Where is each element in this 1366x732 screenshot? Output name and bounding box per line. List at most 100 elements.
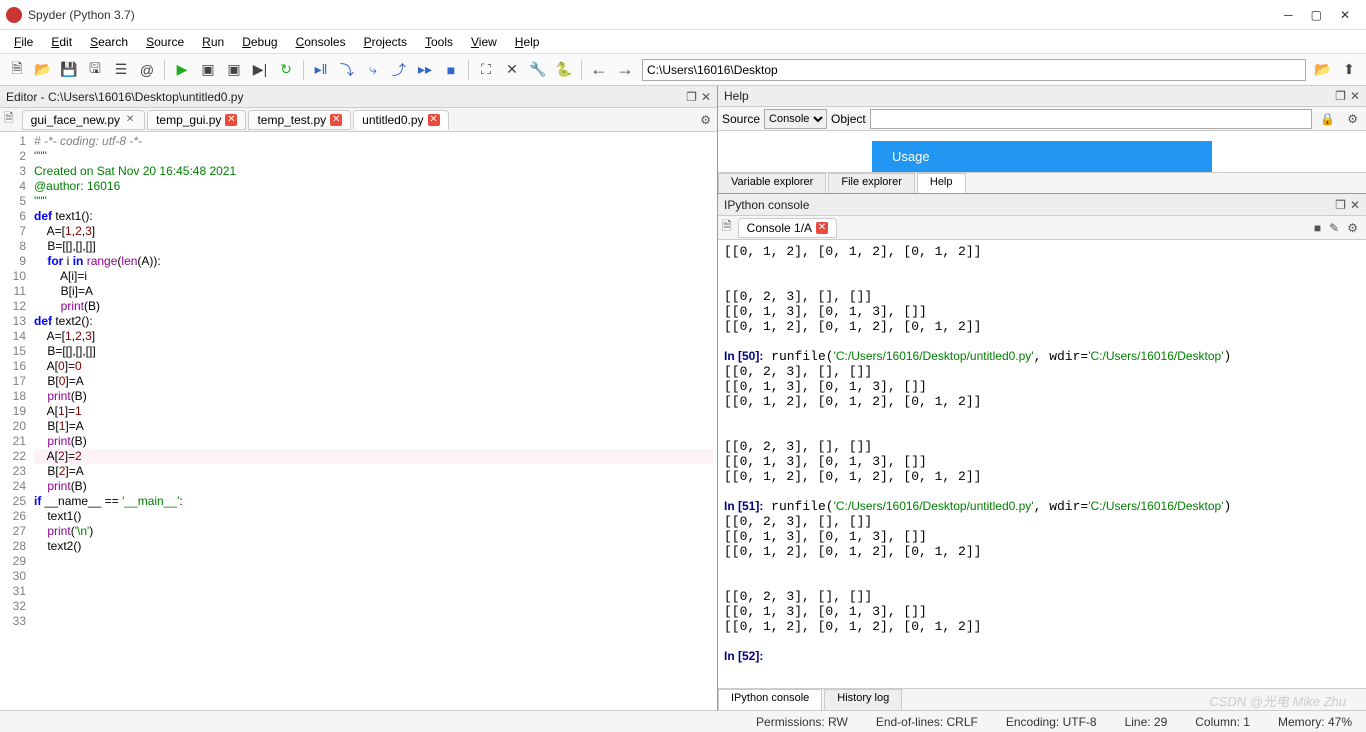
sub-tab[interactable]: Help xyxy=(917,173,966,193)
preferences-icon[interactable]: 🔧 xyxy=(526,58,550,82)
file-tab[interactable]: temp_gui.py ✕ xyxy=(147,110,246,130)
run-cell-icon[interactable]: ▣ xyxy=(196,58,220,82)
close-tab-icon[interactable]: ✕ xyxy=(225,114,237,126)
lock-icon[interactable]: 🔒 xyxy=(1316,112,1339,126)
toolbar: 🗎 📂 💾 🖫 ☰ @ ▶ ▣ ▣ ▶| ↻ ▸‖ ⤵ ⤷ ⤴ ▸▸ ■ ⛶ ✕… xyxy=(0,54,1366,86)
open-file-icon[interactable]: 📂 xyxy=(31,58,55,82)
console-subtabs: IPython consoleHistory log xyxy=(718,688,1366,710)
console-tabs: 🗎 Console 1/A ✕ ■ ✎ ⚙ xyxy=(718,216,1366,240)
file-tab[interactable]: untitled0.py ✕ xyxy=(353,110,448,130)
continue-icon[interactable]: ▸▸ xyxy=(413,58,437,82)
rerun-icon[interactable]: ↻ xyxy=(274,58,298,82)
column-status: Column: 1 xyxy=(1189,715,1256,729)
console-tab[interactable]: Console 1/A ✕ xyxy=(738,218,837,238)
save-all-icon[interactable]: 🖫 xyxy=(83,58,107,82)
tab-browse-icon[interactable]: 🗎 xyxy=(722,217,732,238)
file-tab-label: temp_gui.py xyxy=(156,113,221,127)
permissions-status: Permissions: RW xyxy=(750,715,854,729)
encoding-status: Encoding: UTF-8 xyxy=(1000,715,1103,729)
browse-dir-icon[interactable]: 📂 xyxy=(1311,58,1335,82)
maximize-pane-icon[interactable]: ⛶ xyxy=(474,58,498,82)
run-cell-advance-icon[interactable]: ▣ xyxy=(222,58,246,82)
gear-icon[interactable]: ⚙ xyxy=(1343,112,1362,126)
stop-icon[interactable]: ■ xyxy=(1310,221,1325,235)
step-into-icon[interactable]: ⤷ xyxy=(361,58,385,82)
menu-source[interactable]: Source xyxy=(138,33,192,51)
stop-debug-icon[interactable]: ■ xyxy=(439,58,463,82)
object-label: Object xyxy=(831,112,866,126)
editor-header: Editor - C:\Users\16016\Desktop\untitled… xyxy=(0,86,717,108)
new-file-icon[interactable]: 🗎 xyxy=(5,58,29,82)
titlebar: Spyder (Python 3.7) ─ ▢ ✕ xyxy=(0,0,1366,30)
file-tab[interactable]: temp_test.py ✕ xyxy=(248,110,351,130)
app-icon xyxy=(6,7,22,23)
python-path-icon[interactable]: 🐍 xyxy=(552,58,576,82)
working-dir-input[interactable] xyxy=(642,59,1306,81)
undock-icon[interactable]: ❐ xyxy=(1335,198,1346,212)
debug-icon[interactable]: ▸‖ xyxy=(309,58,333,82)
help-header: Help ❐ ✕ xyxy=(718,86,1366,107)
step-out-icon[interactable]: ⤴ xyxy=(387,58,411,82)
menu-help[interactable]: Help xyxy=(507,33,548,51)
close-tab-icon[interactable]: ✕ xyxy=(428,114,440,126)
file-tab-label: temp_test.py xyxy=(257,113,326,127)
menu-edit[interactable]: Edit xyxy=(43,33,80,51)
gear-icon[interactable]: ⚙ xyxy=(700,113,711,127)
memory-status: Memory: 47% xyxy=(1272,715,1358,729)
help-title: Help xyxy=(724,89,749,103)
outline-icon[interactable]: ☰ xyxy=(109,58,133,82)
help-subtabs: Variable explorerFile explorerHelp xyxy=(718,172,1366,193)
console-header: IPython console ❐ ✕ xyxy=(718,194,1366,216)
menu-tools[interactable]: Tools xyxy=(417,33,461,51)
source-label: Source xyxy=(722,112,760,126)
sub-tab[interactable]: Variable explorer xyxy=(718,173,826,193)
back-icon[interactable]: ← xyxy=(586,59,612,80)
fullscreen-icon[interactable]: ✕ xyxy=(500,58,524,82)
source-select[interactable]: Console xyxy=(764,109,827,129)
close-pane-icon[interactable]: ✕ xyxy=(1350,198,1360,212)
code-editor[interactable]: 1234567891011121314151617181920212223242… xyxy=(0,132,717,710)
options-icon[interactable]: ✎ xyxy=(1325,221,1343,235)
sub-tab[interactable]: IPython console xyxy=(718,689,822,710)
parent-dir-icon[interactable]: ⬆ xyxy=(1337,58,1361,82)
sub-tab[interactable]: File explorer xyxy=(828,173,915,193)
menubar: FileEditSearchSourceRunDebugConsolesProj… xyxy=(0,30,1366,54)
separator xyxy=(164,60,165,80)
close-pane-icon[interactable]: ✕ xyxy=(1350,89,1360,103)
close-tab-icon[interactable]: ✕ xyxy=(330,114,342,126)
undock-icon[interactable]: ❐ xyxy=(1335,89,1346,103)
menu-file[interactable]: File xyxy=(6,33,41,51)
undock-icon[interactable]: ❐ xyxy=(686,90,697,104)
close-tab-icon[interactable]: ✕ xyxy=(816,222,828,234)
menu-view[interactable]: View xyxy=(463,33,505,51)
minimize-button[interactable]: ─ xyxy=(1284,8,1293,22)
save-icon[interactable]: 💾 xyxy=(57,58,81,82)
file-tab-label: gui_face_new.py xyxy=(31,113,120,127)
menu-consoles[interactable]: Consoles xyxy=(288,33,354,51)
gear-icon[interactable]: ⚙ xyxy=(1343,221,1362,235)
console-output[interactable]: [[0, 1, 2], [0, 1, 2], [0, 1, 2]] [[0, 2… xyxy=(718,240,1366,688)
step-icon[interactable]: ⤵ xyxy=(335,58,359,82)
sub-tab[interactable]: History log xyxy=(824,689,902,710)
menu-run[interactable]: Run xyxy=(194,33,232,51)
file-tab-label: untitled0.py xyxy=(362,113,423,127)
run-icon[interactable]: ▶ xyxy=(170,58,194,82)
at-icon[interactable]: @ xyxy=(135,58,159,82)
tab-browse-icon[interactable]: 🗎 xyxy=(4,109,14,130)
editor-path: Editor - C:\Users\16016\Desktop\untitled… xyxy=(6,90,243,104)
console-title: IPython console xyxy=(724,198,809,212)
console-tab-label: Console 1/A xyxy=(747,221,812,235)
run-selection-icon[interactable]: ▶| xyxy=(248,58,272,82)
menu-search[interactable]: Search xyxy=(82,33,136,51)
line-status: Line: 29 xyxy=(1119,715,1174,729)
menu-projects[interactable]: Projects xyxy=(356,33,415,51)
close-tab-icon[interactable]: ✕ xyxy=(124,114,136,126)
file-tab[interactable]: gui_face_new.py ✕ xyxy=(22,110,145,130)
close-button[interactable]: ✕ xyxy=(1340,8,1350,22)
menu-debug[interactable]: Debug xyxy=(234,33,285,51)
maximize-button[interactable]: ▢ xyxy=(1311,8,1322,22)
close-pane-icon[interactable]: ✕ xyxy=(701,90,711,104)
object-input[interactable] xyxy=(870,109,1313,129)
usage-section: Usage xyxy=(872,141,1212,172)
forward-icon[interactable]: → xyxy=(612,59,638,80)
